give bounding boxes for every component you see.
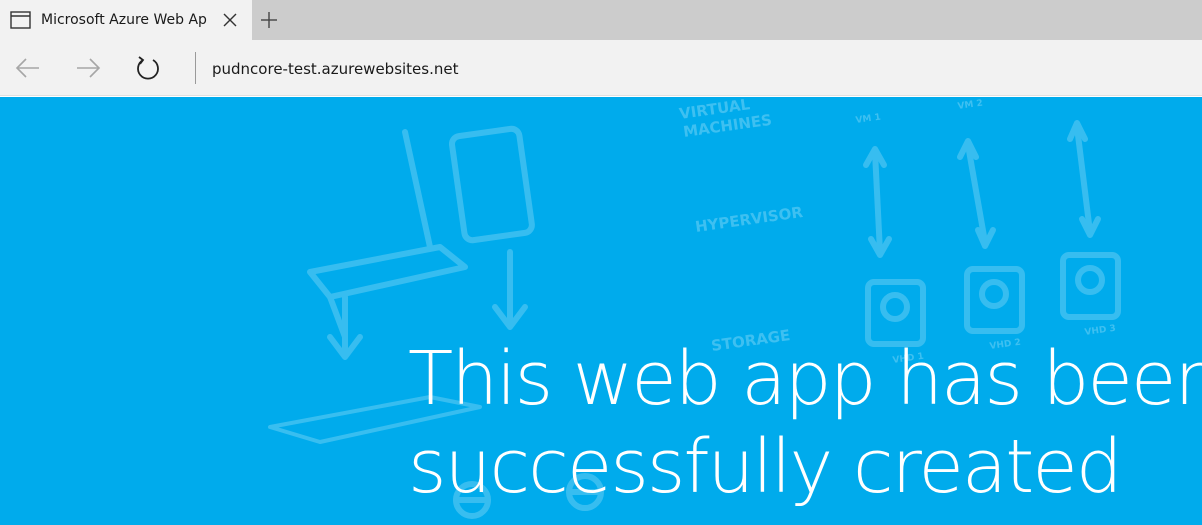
tab-title: Microsoft Azure Web Ap [41, 12, 207, 28]
page-content: VIRTUAL MACHINES HYPERVISOR STORAGE VM 1… [0, 97, 1202, 525]
illustration-label-hypervisor: HYPERVISOR [694, 203, 804, 236]
page-headline: This web app has been successfully creat… [408, 335, 1202, 511]
close-icon[interactable] [222, 12, 238, 28]
illustration-label-vm2: VM 2 [957, 99, 983, 112]
illustration-label-vm1: VM 1 [855, 113, 881, 126]
headline-line-2: successfully created [408, 424, 1123, 510]
nav-divider [195, 52, 196, 84]
browser-tab[interactable]: Microsoft Azure Web Ap [0, 0, 252, 40]
tab-page-icon [10, 11, 31, 29]
address-bar[interactable]: pudncore-test.azurewebsites.net [212, 58, 1112, 80]
plus-icon[interactable] [258, 10, 280, 30]
refresh-icon[interactable] [134, 54, 162, 82]
navigation-bar: pudncore-test.azurewebsites.net [0, 40, 1202, 96]
arrow-left-icon[interactable] [14, 54, 42, 82]
arrow-right-icon[interactable] [74, 54, 102, 82]
headline-line-1: This web app has been [408, 336, 1202, 422]
tab-strip: Microsoft Azure Web Ap [0, 0, 1202, 40]
